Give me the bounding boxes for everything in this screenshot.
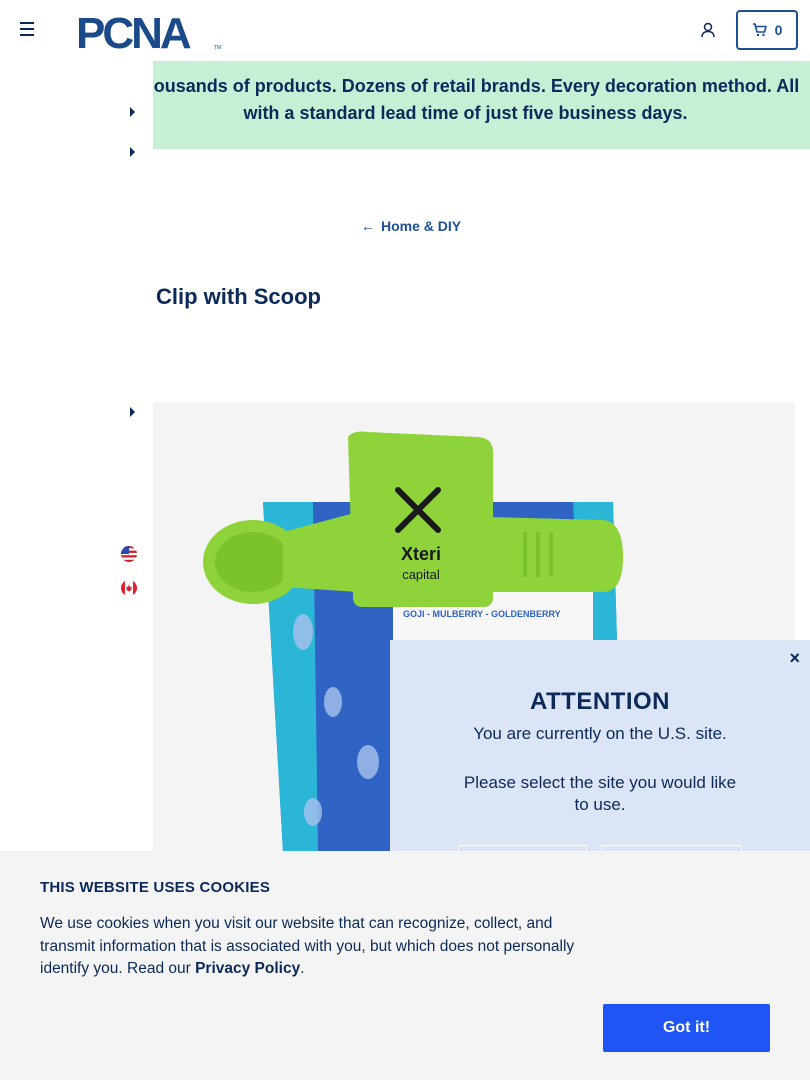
promo-banner: Thousands of products. Dozens of retail … [153, 61, 810, 149]
product-title-container: Chip Clip with Scoop [153, 284, 553, 318]
cookie-body-end: . [300, 960, 305, 977]
logo-text: PCNA [76, 11, 191, 51]
us-flag-icon[interactable] [121, 546, 137, 562]
expand-caret-icon[interactable] [130, 407, 135, 417]
cart-button[interactable]: 0 [736, 10, 798, 50]
logo-graphic: PCNA TM [76, 9, 221, 58]
bag-text: GOJI - MULBERRY - GOLDENBERRY [403, 609, 561, 619]
product-title: Chip Clip with Scoop [153, 284, 321, 309]
menu-icon[interactable] [20, 22, 36, 38]
cookie-body-text: We use cookies when you visit our websit… [40, 915, 575, 977]
cookie-banner: THIS WEBSITE USES COOKIES We use cookies… [0, 851, 810, 1080]
cookie-title: THIS WEBSITE USES COOKIES [40, 879, 271, 896]
pcna-logo[interactable]: PCNA TM [76, 9, 226, 58]
cart-icon [752, 23, 767, 37]
expand-caret-icon[interactable] [130, 107, 135, 117]
breadcrumb-label: Home & DIY [381, 218, 462, 234]
close-icon[interactable]: × [789, 648, 800, 668]
cart-count: 0 [774, 22, 783, 38]
modal-heading: ATTENTION [529, 688, 671, 715]
svg-text:TM: TM [214, 45, 221, 51]
clip-logo-subtext: capital [402, 567, 440, 582]
accept-cookies-button[interactable]: Got it! [603, 1004, 770, 1052]
modal-prompt-text: Please select the site you would like to… [463, 773, 737, 814]
clip-logo-text: Xteri [401, 544, 441, 564]
account-icon[interactable] [700, 22, 716, 38]
canada-flag-icon[interactable] [121, 580, 137, 596]
expand-caret-icon[interactable] [130, 147, 135, 157]
promo-banner-text: Thousands of products. Dozens of retail … [153, 76, 800, 123]
privacy-policy-link[interactable]: Privacy Policy [195, 960, 300, 977]
arrow-left-icon: ← [361, 218, 375, 234]
site-selector-modal: × ATTENTION You are currently on the U.S… [390, 640, 810, 885]
modal-current-site-text: You are currently on the U.S. site. [473, 724, 727, 743]
site-header: PCNA TM 0 [0, 0, 810, 60]
breadcrumb-back-link[interactable]: ← Home & DIY [361, 218, 461, 234]
cookie-body: We use cookies when you visit our websit… [40, 913, 600, 981]
